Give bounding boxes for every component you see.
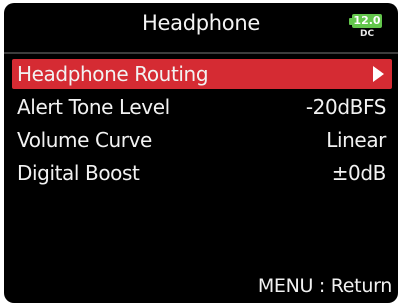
triangle-right-icon [373,66,384,82]
battery-level: 12.0 [352,14,382,28]
menu-item-label: Alert Tone Level [17,95,170,119]
menu-item-label: Headphone Routing [17,62,209,86]
power-source-label: DC [360,29,375,39]
menu-item-headphone-routing[interactable]: Headphone Routing [12,59,392,89]
device-screen: Headphone 12.0 DC Headphone Routing Aler… [4,3,398,303]
power-status: 12.0 DC [349,11,386,41]
menu-item-value: ±0dB [331,161,387,185]
menu-item-value: -20dBFS [305,95,387,119]
menu-item-label: Digital Boost [17,161,140,185]
header-divider [4,52,398,54]
menu-list: Headphone Routing Alert Tone Level -20dB… [12,59,392,191]
menu-item-alert-tone-level[interactable]: Alert Tone Level -20dBFS [12,92,392,122]
menu-item-label: Volume Curve [17,128,152,152]
screen-title: Headphone [142,11,260,35]
menu-item-value: Linear [326,128,386,152]
menu-return-hint: MENU : Return [257,275,392,297]
menu-item-volume-curve[interactable]: Volume Curve Linear [12,125,392,155]
menu-item-digital-boost[interactable]: Digital Boost ±0dB [12,158,392,188]
